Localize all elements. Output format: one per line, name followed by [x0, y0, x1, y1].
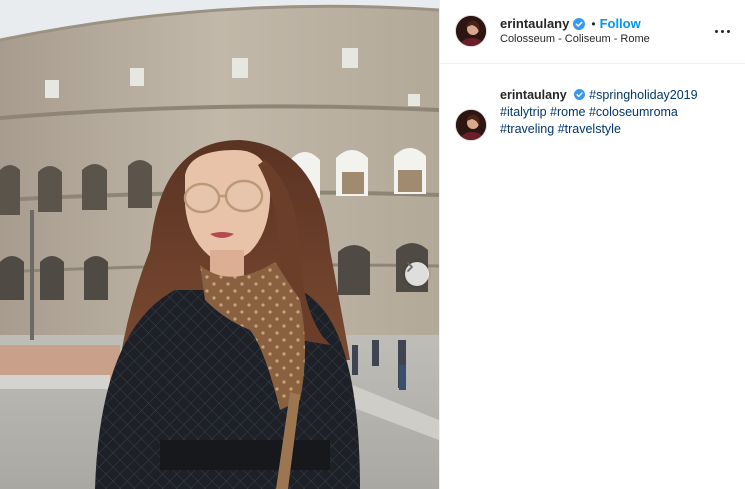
- post-photo[interactable]: [0, 0, 439, 489]
- verified-badge-icon: [574, 89, 586, 100]
- profile-picture: [456, 110, 486, 140]
- avatar[interactable]: [455, 109, 487, 141]
- post-header: erintaulany • Follow Colosseum - Coliseu…: [440, 0, 745, 64]
- separator-dot: •: [591, 16, 596, 31]
- author-line: erintaulany • Follow: [500, 16, 641, 31]
- hashtag-link[interactable]: #springholiday2019: [589, 88, 697, 102]
- hashtag-link[interactable]: #italytrip: [500, 105, 547, 119]
- more-options-icon[interactable]: [712, 21, 732, 41]
- instagram-post: erintaulany • Follow Colosseum - Coliseu…: [0, 0, 745, 489]
- hashtag-link[interactable]: #rome: [550, 105, 585, 119]
- next-photo-button[interactable]: [405, 262, 429, 286]
- hashtag-link[interactable]: #travelstyle: [558, 122, 621, 136]
- caption-username[interactable]: erintaulany: [500, 88, 567, 102]
- caption-text: erintaulany #springholiday2019 #italytri…: [500, 87, 736, 138]
- hashtag-link[interactable]: #traveling: [500, 122, 554, 136]
- post-sidebar: erintaulany • Follow Colosseum - Coliseu…: [439, 0, 745, 489]
- location-link[interactable]: Colosseum - Coliseum - Rome: [500, 33, 650, 45]
- chevron-right-icon: [407, 262, 413, 272]
- verified-badge-icon: [573, 17, 586, 30]
- colosseum-photo: [0, 0, 439, 489]
- author-username[interactable]: erintaulany: [500, 16, 569, 31]
- profile-picture: [456, 16, 486, 46]
- follow-button[interactable]: Follow: [600, 16, 641, 31]
- hashtag-link[interactable]: #coloseumroma: [589, 105, 678, 119]
- avatar[interactable]: [455, 15, 487, 47]
